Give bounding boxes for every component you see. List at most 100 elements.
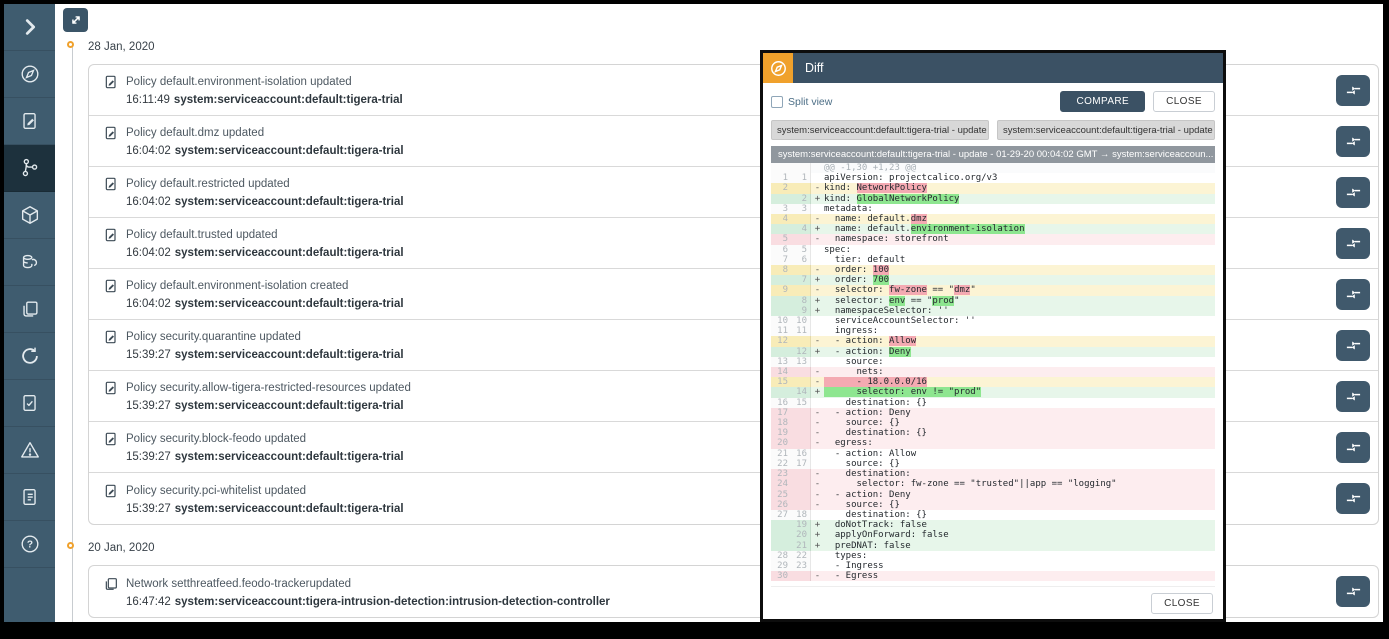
event-time: 15:39:27 (126, 503, 171, 515)
diff-line: 2822 types: (771, 551, 1215, 561)
sidebar-item-network-sets[interactable] (4, 286, 55, 333)
alert-triangle-icon (19, 439, 41, 461)
diff-modal-header: Diff (763, 53, 1223, 83)
footer-close-button[interactable]: CLOSE (1151, 593, 1213, 614)
event-time: 16:04:02 (126, 298, 171, 310)
event-account: system:serviceaccount:tigera-intrusion-d… (175, 596, 610, 608)
diff-line: 24- selector: fw-zone == "trusted"||app … (771, 479, 1215, 489)
diff-controls: Split view COMPARE CLOSE (763, 83, 1223, 116)
diff-line: 1615 destination: {} (771, 398, 1215, 408)
split-view-toggle[interactable]: Split view (771, 96, 832, 108)
compare-icon (1345, 337, 1362, 354)
compass-icon (769, 59, 788, 78)
event-time: 15:39:27 (126, 349, 171, 361)
sidebar-item-dashboard[interactable] (4, 51, 55, 98)
timeline-line (72, 44, 73, 622)
timeline-dot-icon (67, 41, 74, 48)
refresh-icon (19, 345, 41, 367)
event-title: Policy default.environment-isolation upd… (126, 76, 352, 88)
sidebar-item-nodes[interactable] (4, 239, 55, 286)
policy-icon (103, 380, 119, 396)
diff-modal-footer: CLOSE (763, 587, 1223, 619)
diff-line: 11apiVersion: projectcalico.org/v3 (771, 173, 1215, 183)
diff-line: 12- - action: Allow (771, 336, 1215, 346)
sidebar-item-logs[interactable] (4, 474, 55, 521)
expand-icon (69, 13, 83, 27)
event-account: system:serviceaccount:default:tigera-tri… (175, 451, 404, 463)
compare-icon (1345, 388, 1362, 405)
right-revision-select[interactable]: system:serviceaccount:default:tigera-tri… (997, 120, 1215, 140)
diff-line: 8- order: 100 (771, 265, 1215, 275)
event-account: system:serviceaccount:default:tigera-tri… (175, 503, 404, 515)
compare-button[interactable] (1336, 75, 1370, 106)
event-title: Policy default.dmz updated (126, 127, 264, 139)
diff-line: 7+ order: 700 (771, 275, 1215, 285)
policy-icon (103, 227, 119, 243)
chevron-right-icon (19, 16, 41, 38)
compare-icon (1345, 439, 1362, 456)
diff-line: 17- - action: Deny (771, 408, 1215, 418)
compare-icon (1345, 583, 1362, 600)
diff-modal: Diff Split view COMPARE CLOSE system:ser… (760, 50, 1226, 622)
document-edit-icon (19, 110, 41, 132)
diff-line: 65spec: (771, 245, 1215, 255)
diff-line: 2+kind: GlobalNetworkPolicy (771, 194, 1215, 204)
policy-icon (103, 278, 119, 294)
date-label: 28 Jan, 2020 (88, 41, 155, 53)
sidebar-item-compliance[interactable] (4, 380, 55, 427)
compare-button[interactable] (1336, 279, 1370, 310)
compare-button[interactable] (1336, 330, 1370, 361)
sidebar-item-endpoints[interactable] (4, 192, 55, 239)
timeline-dot-icon (67, 542, 74, 549)
policy-icon (103, 176, 119, 192)
event-title: Policy default.restricted updated (126, 178, 290, 190)
diff-line: 2718 destination: {} (771, 510, 1215, 520)
sidebar-toggle[interactable] (4, 4, 55, 51)
left-revision-select[interactable]: system:serviceaccount:default:tigera-tri… (771, 120, 989, 140)
diff-line: 2217 source: {} (771, 459, 1215, 469)
expand-button[interactable] (63, 8, 88, 32)
split-view-label: Split view (788, 96, 832, 108)
sidebar-item-alerts[interactable] (4, 427, 55, 474)
diff-line: 4+ name: default.environment-isolation (771, 224, 1215, 234)
compare-button[interactable] (1336, 228, 1370, 259)
event-title: Policy security.pci-whitelist updated (126, 485, 306, 497)
diff-line: 33metadata: (771, 204, 1215, 214)
sidebar-item-policy-graph[interactable] (4, 145, 55, 192)
compare-button[interactable] (1336, 177, 1370, 208)
event-account: system:serviceaccount:default:tigera-tri… (175, 196, 404, 208)
diff-body[interactable]: @@ -1,30 +1,23 @@11apiVersion: projectca… (771, 163, 1215, 587)
diff-line: 20- egress: (771, 438, 1215, 448)
event-time: 16:47:42 (126, 596, 171, 608)
diff-line: 14- nets: (771, 367, 1215, 377)
compare-button[interactable] (1336, 576, 1370, 607)
compare-button[interactable]: COMPARE (1060, 91, 1145, 112)
date-label: 20 Jan, 2020 (88, 542, 155, 554)
diff-line: 15- - 18.0.0.0/16 (771, 377, 1215, 387)
compare-button[interactable] (1336, 483, 1370, 514)
diff-line: 23- destination: (771, 469, 1215, 479)
event-account: system:serviceaccount:default:tigera-tri… (175, 298, 404, 310)
diff-line: @@ -1,30 +1,23 @@ (771, 163, 1215, 173)
event-title: Policy default.environment-isolation cre… (126, 280, 348, 292)
sidebar-item-timeline[interactable] (4, 333, 55, 380)
compare-button[interactable] (1336, 381, 1370, 412)
compare-button[interactable] (1336, 432, 1370, 463)
app-root: ? 28 Jan, 2020 Policy default.environmen… (0, 0, 1389, 639)
event-time: 16:11:49 (126, 94, 170, 106)
event-time: 15:39:27 (126, 400, 171, 412)
sidebar-item-policies[interactable] (4, 98, 55, 145)
close-button[interactable]: CLOSE (1153, 91, 1215, 112)
diff-line: 25- - action: Deny (771, 490, 1215, 500)
checkbox-icon[interactable] (771, 96, 783, 108)
diff-line: 2-kind: NetworkPolicy (771, 183, 1215, 193)
diff-line: 19- destination: {} (771, 428, 1215, 438)
compare-button[interactable] (1336, 126, 1370, 157)
sidebar-item-help[interactable]: ? (4, 521, 55, 568)
event-title: Policy security.allow-tigera-restricted-… (126, 382, 411, 394)
diff-line: 4- name: default.dmz (771, 214, 1215, 224)
cube-icon (19, 204, 41, 226)
modal-title: Diff (805, 61, 824, 75)
copy-icon (19, 298, 41, 320)
event-time: 15:39:27 (126, 451, 171, 463)
